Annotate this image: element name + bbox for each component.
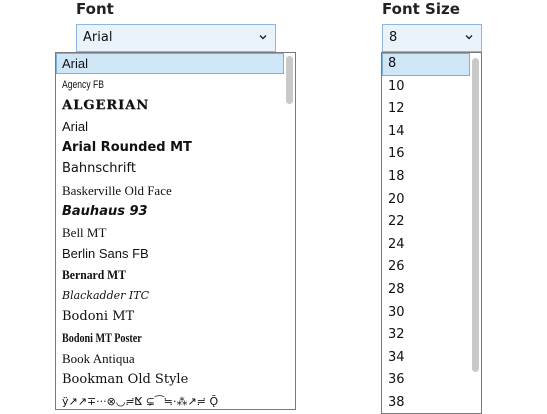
font-option-label: Bahnschrift [62, 161, 136, 177]
font-option-label: Bodoni MT [62, 309, 135, 325]
font-option[interactable]: Arial [56, 53, 284, 75]
font-option[interactable]: ÿ↗↗∓···⊗◡≓ⴿ ⊊⁀≒·⁂↗≓ Ǭ [56, 391, 284, 410]
font-size-option[interactable]: 26 [382, 256, 470, 279]
scrollbar-thumb[interactable] [472, 58, 479, 372]
font-size-select-value: 8 [389, 30, 398, 45]
font-option-label: Agency FB [62, 79, 104, 92]
font-size-option[interactable]: 24 [382, 234, 470, 257]
font-options: Arial Agency FB ALGERIAN Arial Arial Rounded… [56, 53, 284, 410]
font-size-option[interactable]: 12 [382, 98, 470, 121]
font-select[interactable]: Arial [76, 24, 276, 52]
font-size-option[interactable]: 36 [382, 369, 470, 392]
chevron-down-icon[interactable] [463, 31, 475, 43]
font-option-label: Book Antiqua [62, 351, 135, 367]
chevron-down-icon[interactable] [257, 31, 269, 43]
font-size-list-scrollbar[interactable] [471, 54, 480, 412]
font-size-option[interactable]: 20 [382, 189, 470, 212]
font-option[interactable]: Arial [56, 116, 284, 137]
font-option[interactable]: Bookman Old Style [56, 369, 284, 390]
font-option[interactable]: Arial Rounded MT [56, 137, 284, 158]
font-label: Font [76, 0, 114, 18]
font-option[interactable]: Book Antiqua [56, 348, 284, 369]
font-dropdown-list[interactable]: Arial Agency FB ALGERIAN Arial Arial Rounded… [55, 52, 296, 410]
font-option-label: Bodoni MT Poster [62, 330, 142, 346]
font-option-label: ÿ↗↗∓···⊗◡≓ⴿ ⊊⁀≒·⁂↗≓ Ǭ [62, 394, 219, 408]
font-size-option[interactable]: 32 [382, 324, 470, 347]
font-option-label: Bauhaus 93 [62, 203, 148, 219]
font-option-label: Arial [62, 119, 89, 135]
font-size-option[interactable]: 34 [382, 347, 470, 370]
font-size-option[interactable]: 8 [382, 53, 470, 76]
font-option-label: Berlin Sans FB [62, 245, 149, 261]
font-option[interactable]: Bahnschrift [56, 158, 284, 179]
font-option[interactable]: Agency FB [56, 74, 284, 95]
font-size-option[interactable]: 30 [382, 302, 470, 325]
font-option[interactable]: Bodoni MT Poster [56, 327, 284, 348]
font-option[interactable]: Berlin Sans FB [56, 243, 284, 264]
font-option[interactable]: Bernard MT [56, 264, 284, 285]
font-option-label: Baskerville Old Face [62, 182, 172, 198]
scrollbar-thumb[interactable] [286, 56, 293, 104]
font-option-label: Bookman Old Style [62, 372, 189, 388]
font-size-option[interactable]: 18 [382, 166, 470, 189]
font-size-option[interactable]: 22 [382, 211, 470, 234]
font-size-dropdown-list[interactable]: 8 10 12 14 16 18 20 22 24 26 28 30 32 34 36 38 [381, 52, 482, 414]
font-size-option[interactable]: 28 [382, 279, 470, 302]
font-option[interactable]: ALGERIAN [56, 95, 284, 116]
font-size-option[interactable]: 14 [382, 121, 470, 144]
font-settings-panel: Font Arial Font Size 8 Arial Agency FB ALG… [0, 0, 547, 414]
font-size-option[interactable]: 10 [382, 76, 470, 99]
font-option[interactable]: Blackadder ITC [56, 285, 284, 306]
font-select-value: Arial [83, 30, 113, 45]
font-option-label: Bell MT [62, 224, 107, 240]
font-option-label: Arial [62, 56, 89, 71]
font-option[interactable]: Bauhaus 93 [56, 201, 284, 222]
font-size-label: Font Size [382, 0, 460, 18]
font-option[interactable]: Bodoni MT [56, 306, 284, 327]
font-size-option[interactable]: 38 [382, 392, 470, 413]
font-option[interactable]: Bell MT [56, 222, 284, 243]
font-size-option[interactable]: 16 [382, 143, 470, 166]
font-list-scrollbar[interactable] [285, 54, 294, 408]
font-size-select[interactable]: 8 [382, 24, 482, 52]
font-size-options: 8 10 12 14 16 18 20 22 24 26 28 30 32 34 36 38 [382, 53, 470, 413]
font-option[interactable]: Baskerville Old Face [56, 180, 284, 201]
font-option-label: Arial Rounded MT [62, 140, 192, 156]
font-option-label: Blackadder ITC [62, 289, 149, 303]
font-option-label: ALGERIAN [62, 98, 150, 114]
font-option-label: Bernard MT [62, 266, 127, 282]
